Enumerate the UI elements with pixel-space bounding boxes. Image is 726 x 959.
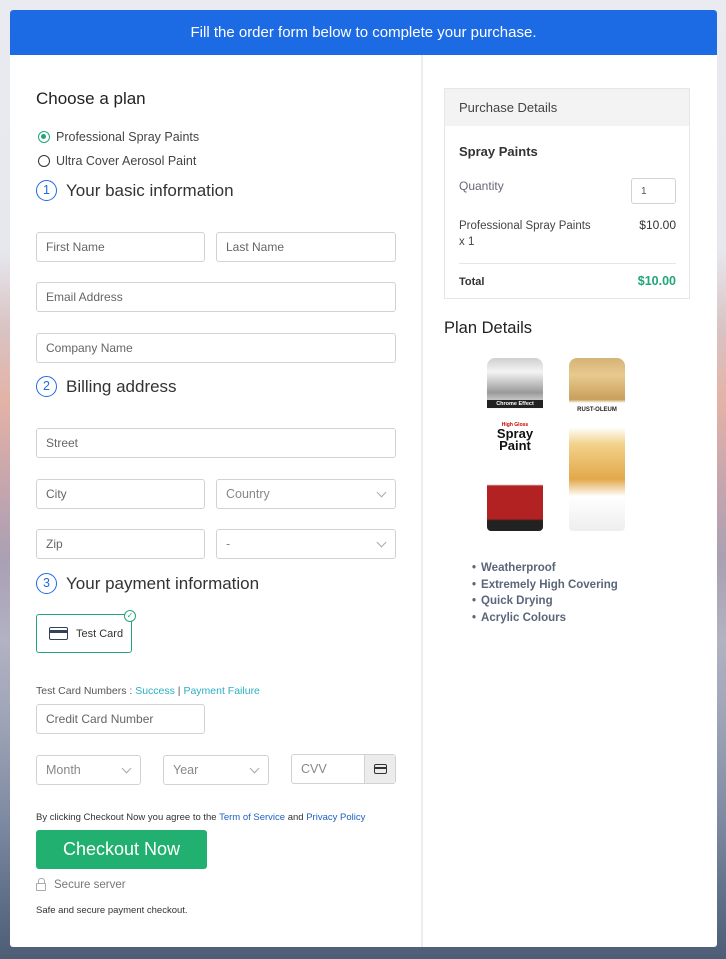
test-card-numbers: Test Card Numbers : Success | Payment Fa…	[36, 685, 260, 697]
divider	[459, 263, 676, 264]
order-summary-panel: Purchase Details Spray Paints Quantity P…	[425, 55, 717, 947]
feature-item: Extremely High Covering	[472, 577, 618, 594]
credit-card-icon	[373, 764, 387, 774]
feature-item: Quick Drying	[472, 593, 618, 610]
feature-item: Weatherproof	[472, 560, 618, 577]
secure-server-note: Secure server	[36, 878, 126, 891]
order-form: Choose a plan Professional Spray Paints …	[10, 55, 423, 947]
total-value: $10.00	[637, 274, 676, 288]
plan-option-ultra-cover[interactable]: Ultra Cover Aerosol Paint	[38, 154, 196, 168]
can-brand-label: RUST-OLEUM	[577, 407, 617, 413]
step-number-badge: 2	[36, 376, 57, 397]
year-select-value: Year	[173, 763, 199, 777]
line-item-label: Professional Spray Paints x 1	[459, 220, 591, 248]
chevron-down-icon	[121, 763, 132, 774]
cvv-field[interactable]: CVV	[291, 754, 396, 784]
section-title: Your basic information	[66, 180, 234, 200]
section-title: Billing address	[66, 376, 177, 396]
line-item-price: $10.00	[639, 218, 676, 232]
credit-card-icon	[49, 627, 68, 640]
product-title: Spray Paints	[459, 144, 538, 159]
chevron-down-icon	[376, 487, 387, 498]
step-number-badge: 3	[36, 573, 57, 594]
section-payment-heading: 3 Your payment information	[36, 573, 259, 594]
payment-method-label: Test Card	[76, 627, 124, 640]
company-name-input[interactable]	[36, 333, 396, 363]
chevron-down-icon	[249, 763, 260, 774]
feature-list: Weatherproof Extremely High Covering Qui…	[472, 560, 618, 626]
quantity-label: Quantity	[459, 179, 504, 193]
quantity-input[interactable]	[631, 178, 676, 204]
credit-card-number-input[interactable]	[36, 704, 205, 734]
step-number-badge: 1	[36, 180, 57, 201]
can-band-label: Chrome Effect	[487, 400, 543, 408]
total-label: Total	[459, 276, 485, 288]
cvv-input[interactable]: CVV	[301, 762, 327, 776]
choose-plan-heading: Choose a plan	[36, 89, 146, 108]
radio-checked-icon[interactable]	[38, 131, 50, 143]
first-name-input[interactable]	[36, 232, 205, 262]
product-images: Chrome Effect High Gloss Spray Paint RUS…	[487, 358, 625, 531]
feature-item: Acrylic Colours	[472, 610, 618, 627]
success-link[interactable]: Success	[135, 685, 175, 697]
month-select-value: Month	[46, 763, 81, 777]
check-circle-icon: ✓	[124, 610, 136, 622]
section-title: Your payment information	[66, 573, 260, 593]
plan-details-heading: Plan Details	[444, 319, 533, 337]
terms-middle: and	[285, 812, 307, 823]
purchase-details-card: Purchase Details Spray Paints Quantity P…	[444, 88, 690, 299]
test-card-numbers-label: Test Card Numbers :	[36, 685, 136, 697]
chevron-down-icon	[376, 537, 387, 548]
privacy-policy-link[interactable]: Privacy Policy	[306, 812, 365, 823]
country-select[interactable]: Country	[216, 479, 396, 509]
last-name-input[interactable]	[216, 232, 396, 262]
plan-option-label: Professional Spray Paints	[56, 130, 200, 144]
checkout-now-button[interactable]: Checkout Now	[36, 830, 207, 869]
payment-method-test-card[interactable]: Test Card ✓	[36, 610, 136, 653]
section-basic-info-heading: 1 Your basic information	[36, 180, 234, 201]
terms-notice: By clicking Checkout Now you agree to th…	[36, 812, 365, 823]
terms-of-service-link[interactable]: Term of Service	[219, 812, 285, 823]
month-select[interactable]: Month	[36, 755, 141, 785]
plan-option-label: Ultra Cover Aerosol Paint	[56, 154, 197, 168]
safe-checkout-text: Safe and secure payment checkout.	[36, 905, 188, 916]
state-select-value: -	[226, 537, 231, 551]
chrome-spray-paint-image: Chrome Effect High Gloss Spray Paint	[487, 358, 543, 531]
street-input[interactable]	[36, 428, 396, 458]
year-select[interactable]: Year	[163, 755, 269, 785]
city-input[interactable]	[36, 479, 205, 509]
gold-spray-paint-image: RUST-OLEUM	[569, 358, 625, 531]
secure-server-label: Secure server	[54, 879, 126, 891]
lock-icon	[36, 878, 46, 891]
radio-unchecked-icon[interactable]	[38, 155, 50, 167]
payment-failure-link[interactable]: Payment Failure	[183, 685, 259, 697]
email-input[interactable]	[36, 282, 396, 312]
order-form-page: Fill the order form below to complete yo…	[10, 10, 717, 947]
cvv-help-button[interactable]	[364, 755, 395, 783]
section-billing-heading: 2 Billing address	[36, 376, 177, 397]
purchase-details-heading: Purchase Details	[445, 89, 689, 126]
header-banner: Fill the order form below to complete yo…	[10, 10, 717, 55]
country-select-value: Country	[226, 487, 270, 501]
terms-prefix: By clicking Checkout Now you agree to th…	[36, 812, 220, 823]
zip-input[interactable]	[36, 529, 205, 559]
can-title-label: Spray Paint	[496, 426, 534, 453]
state-select[interactable]: -	[216, 529, 396, 559]
plan-option-professional[interactable]: Professional Spray Paints	[38, 130, 199, 144]
